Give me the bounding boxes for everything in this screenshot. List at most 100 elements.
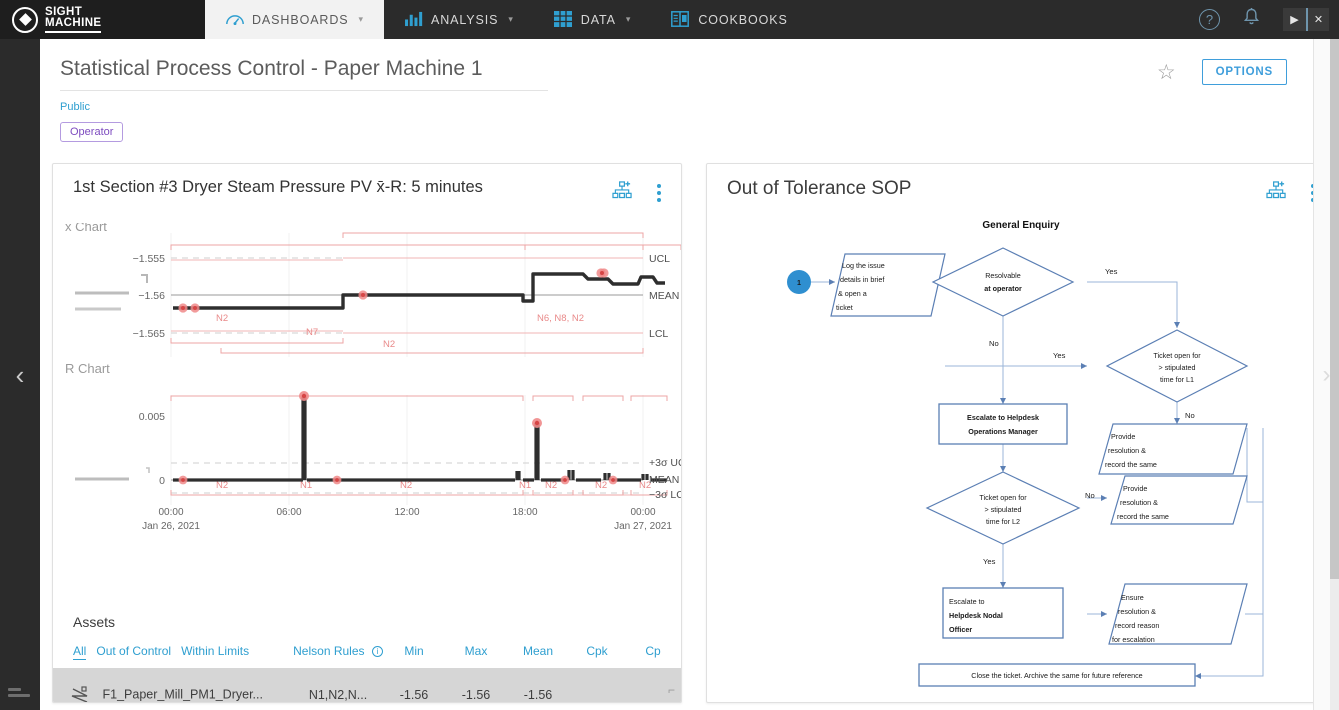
flow-ensure-res-l1: Ensure (1121, 593, 1144, 602)
top-navigation-bar: SIGHT MACHINE DASHBOARDS ▾ ANALYSIS ▾ DA… (0, 0, 1339, 39)
chevron-down-icon[interactable]: ▾ (359, 14, 364, 25)
column-min[interactable]: Min (383, 644, 445, 668)
resize-handle[interactable]: ⌐ (668, 683, 675, 697)
info-icon[interactable]: i (371, 646, 383, 658)
dashboard-cards: 1st Section #3 Dryer Steam Pressure PV x… (52, 163, 1336, 703)
left-collapse-rail[interactable]: ‹ (0, 39, 40, 710)
nav-item-data[interactable]: DATA ▾ (534, 0, 652, 39)
visibility-label[interactable]: Public (60, 101, 1313, 113)
column-cpk[interactable]: Cpk (569, 644, 625, 668)
flow-edge-l1-yes: Yes (1053, 351, 1066, 360)
spc-x-axis: 00:00 06:00 12:00 18:00 00:00 Jan 26, 20… (142, 507, 672, 532)
book-icon (671, 11, 690, 28)
xtick-2: 12:00 (394, 507, 419, 518)
chevron-left-icon[interactable]: ‹ (16, 362, 25, 388)
flow-heading: General Enquiry (982, 220, 1060, 231)
r-nelson-n2-c: N2 (545, 480, 557, 491)
nav-label-cookbooks: COOKBOOKS (698, 12, 788, 27)
xtick-1: 06:00 (276, 507, 301, 518)
column-cp[interactable]: Cp (625, 644, 681, 668)
bar-chart-icon (404, 11, 423, 28)
flow-escalate-nodal-l1: Escalate to (949, 597, 985, 606)
column-nelson-rules-label: Nelson Rules (293, 644, 365, 658)
spc-chart-svg: x̄ Chart N2 N7 N2 N6, N8, N2 −1.555 −1.5… (65, 219, 681, 532)
assets-table-header-row: All Out of Control Within Limits Nelson … (53, 644, 681, 668)
flow-ensure-res-l2: resolution & (1118, 607, 1156, 616)
page-scrollbar[interactable] (1330, 39, 1339, 710)
flow-ticket-l2-l2: > stipulated (985, 505, 1022, 514)
chevron-down-icon[interactable]: ▾ (626, 14, 631, 25)
column-max[interactable]: Max (445, 644, 507, 668)
flow-log-issue-l4: ticket (836, 303, 853, 312)
sight-machine-logo-icon (12, 6, 38, 33)
options-button[interactable]: OPTIONS (1201, 59, 1287, 85)
xbar-mean-label: MEAN (649, 290, 679, 302)
top-bar-actions: ? ▶ ✕ (1199, 0, 1339, 39)
r-ucl-label: +3σ UCL (649, 457, 681, 469)
filter-all[interactable]: All (73, 644, 87, 660)
asset-name-cell: F1_Paper_Mill_PM1_Dryer... (53, 668, 293, 702)
window-close-button[interactable]: ✕ (1306, 8, 1329, 31)
flow-escalate-nodal-l3: Officer (949, 625, 972, 634)
column-mean[interactable]: Mean (507, 644, 569, 668)
flow-edge-l1-no: No (1185, 411, 1195, 420)
gauge-icon (225, 11, 244, 28)
nav-label-analysis: ANALYSIS (430, 12, 499, 27)
r-ytick-0: 0.005 (139, 411, 165, 423)
add-to-hierarchy-icon[interactable] (612, 181, 633, 205)
grid-icon (553, 11, 573, 28)
column-nelson-rules[interactable]: Nelson Rules i (293, 644, 383, 668)
nav-item-cookbooks[interactable]: COOKBOOKS (651, 0, 807, 39)
flow-escalate-helpdesk-l1: Escalate to Helpdesk (967, 413, 1039, 422)
window-play-button[interactable]: ▶ (1283, 8, 1306, 31)
table-row[interactable]: F1_Paper_Mill_PM1_Dryer... N1,N2,N... -1… (53, 668, 681, 702)
flow-provide-res2-l3: record the same (1117, 512, 1169, 521)
assets-heading: Assets (73, 614, 116, 630)
add-to-hierarchy-icon[interactable] (1266, 181, 1287, 205)
chevron-down-icon[interactable]: ▾ (508, 14, 513, 25)
spc-card-actions (612, 178, 665, 205)
asset-cpk (569, 668, 625, 702)
sop-flowchart-svg: General Enquiry 1 Log the issue details … (787, 220, 1264, 687)
bell-icon[interactable] (1242, 7, 1261, 32)
sop-card-actions (1266, 178, 1319, 205)
flow-edge-resolvable-no: No (989, 339, 999, 348)
flow-node-resolvable (931, 247, 1075, 317)
flow-ticket-l1-l3: time for L1 (1160, 375, 1194, 384)
kebab-menu-icon[interactable] (653, 182, 665, 204)
sop-flowchart-area: General Enquiry 1 Log the issue details … (707, 206, 1335, 702)
collapse-menu-icon[interactable] (8, 688, 30, 700)
r-data-series (173, 397, 667, 482)
brand-line-2: MACHINE (45, 17, 102, 33)
flow-close-ticket-label: Close the ticket. Archive the same for f… (971, 671, 1142, 680)
xbar-nelson-label-n6n8n2: N6, N8, N2 (537, 313, 584, 324)
flow-log-issue-l1: Log the issue (842, 261, 885, 270)
flow-resolvable-l2: at operator (984, 284, 1022, 293)
brand-logo[interactable]: SIGHT MACHINE (0, 0, 205, 39)
xbar-lcl-label: LCL (649, 328, 668, 340)
spc-card-header: 1st Section #3 Dryer Steam Pressure PV x… (53, 164, 681, 205)
xbar-ytick-0: −1.555 (133, 253, 166, 265)
xbar-chart-label: x̄ Chart (65, 219, 107, 234)
filter-within-limits[interactable]: Within Limits (181, 644, 249, 658)
spc-chart-card: 1st Section #3 Dryer Steam Pressure PV x… (52, 163, 682, 703)
flow-log-issue-l2: details in brief (840, 275, 884, 284)
star-icon[interactable]: ☆ (1157, 62, 1176, 83)
r-mean-label: MEAN (649, 474, 679, 486)
filter-out-of-control[interactable]: Out of Control (96, 644, 171, 658)
page-body: Statistical Process Control - Paper Mach… (40, 39, 1336, 710)
flow-ticket-l2-l1: Ticket open for (979, 493, 1027, 502)
nav-item-analysis[interactable]: ANALYSIS ▾ (384, 0, 534, 39)
sop-card-title: Out of Tolerance SOP (727, 178, 912, 199)
r-violation-points (178, 391, 618, 485)
flow-ticket-l1-l1: Ticket open for (1153, 351, 1201, 360)
flow-log-issue-l3: & open a (838, 289, 867, 298)
flow-escalate-nodal-l2: Helpdesk Nodal (949, 611, 1003, 620)
r-nelson-n1-a: N1 (300, 480, 312, 491)
question-mark-icon[interactable]: ? (1199, 9, 1220, 30)
sop-card-header: Out of Tolerance SOP (707, 164, 1335, 205)
brand-text: SIGHT MACHINE (45, 6, 102, 33)
r-lcl-label: −3σ LCL (649, 489, 681, 501)
scrollbar-thumb[interactable] (1330, 39, 1339, 579)
nav-item-dashboards[interactable]: DASHBOARDS ▾ (205, 0, 384, 39)
